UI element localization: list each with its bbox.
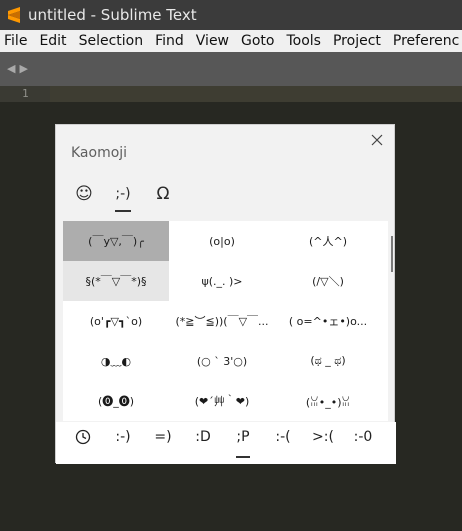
tab-nav: ◀ ▶: [7, 62, 28, 76]
panel-title: Kaomoji: [71, 145, 128, 161]
kaomoji-cat-smile[interactable]: :-): [103, 422, 143, 452]
menu-bar: File Edit Selection Find View Goto Tools…: [0, 30, 462, 52]
menu-tools[interactable]: Tools: [280, 33, 327, 49]
kaomoji-item[interactable]: (/▽＼): [275, 261, 381, 301]
title-bar: untitled - Sublime Text: [0, 0, 462, 30]
kaomoji-item[interactable]: (ꈍ•_•)ꈍ: [275, 381, 381, 421]
kaomoji-item[interactable]: (❤´艸｀❤): [169, 381, 275, 421]
menu-selection[interactable]: Selection: [73, 33, 150, 49]
kaomoji-cat-happy[interactable]: =): [143, 422, 183, 452]
tab-right-icon[interactable]: ▶: [19, 62, 27, 76]
menu-find[interactable]: Find: [149, 33, 190, 49]
kaomoji-cat-surprised[interactable]: :-0: [343, 422, 383, 452]
current-line-highlight: [0, 86, 462, 102]
kaomoji-item[interactable]: ◑﹏◐: [63, 341, 169, 381]
kaomoji-item[interactable]: (^人^): [275, 221, 381, 261]
tab-strip: ◀ ▶: [0, 52, 462, 86]
emoji-panel: Kaomoji ☺ ;-) Ω (￣y▽,￣)╭ (o|o) (^人^) §(*…: [55, 124, 396, 464]
kaomoji-item[interactable]: (o|o): [169, 221, 275, 261]
kaomoji-item[interactable]: (o'┏▽┓`o): [63, 301, 169, 341]
scrollbar[interactable]: [391, 236, 393, 272]
kaomoji-item[interactable]: ( o=^•ェ•)o...: [275, 301, 381, 341]
line-number: 1: [22, 87, 29, 100]
kaomoji-cat-angry[interactable]: >:(: [303, 422, 343, 452]
kaomoji-item[interactable]: ψ(._. )>: [169, 261, 275, 301]
recent-button[interactable]: [63, 422, 103, 452]
tab-left-icon[interactable]: ◀: [7, 62, 15, 76]
sublime-logo-icon: [6, 7, 22, 23]
tab-emoji[interactable]: ☺: [69, 180, 99, 208]
kaomoji-item[interactable]: (ಥ _ ಥ): [275, 341, 381, 381]
close-button[interactable]: [369, 132, 385, 148]
kaomoji-grid: (￣y▽,￣)╭ (o|o) (^人^) §(*￣▽￣*)§ ψ(._. )> …: [63, 221, 388, 421]
menu-edit[interactable]: Edit: [33, 33, 72, 49]
kaomoji-cat-sad[interactable]: :-(: [263, 422, 303, 452]
tab-symbols[interactable]: Ω: [148, 180, 178, 208]
kaomoji-item[interactable]: (*≧︶≦))(￣▽￣...: [169, 301, 275, 341]
kaomoji-item[interactable]: (⓿_⓿): [63, 381, 169, 421]
menu-goto[interactable]: Goto: [235, 33, 280, 49]
close-icon: [371, 134, 383, 146]
tab-kaomoji[interactable]: ;-): [108, 180, 138, 212]
menu-project[interactable]: Project: [327, 33, 387, 49]
kaomoji-item[interactable]: (○ ` 3'○): [169, 341, 275, 381]
kaomoji-cat-wink[interactable]: ;P: [223, 422, 263, 458]
menu-view[interactable]: View: [190, 33, 235, 49]
clock-icon: [75, 429, 91, 445]
category-tabs: ☺ ;-) Ω: [56, 177, 396, 217]
window-title: untitled - Sublime Text: [28, 6, 197, 24]
menu-file[interactable]: File: [0, 33, 33, 49]
kaomoji-item[interactable]: §(*￣▽￣*)§: [63, 261, 169, 301]
kaomoji-category-bar: :-) =) :D ;P :-( >:( :-0: [56, 422, 396, 464]
kaomoji-item[interactable]: (￣y▽,￣)╭: [63, 221, 169, 261]
kaomoji-cat-laugh[interactable]: :D: [183, 422, 223, 452]
menu-preferences[interactable]: Preferenc: [387, 33, 462, 49]
